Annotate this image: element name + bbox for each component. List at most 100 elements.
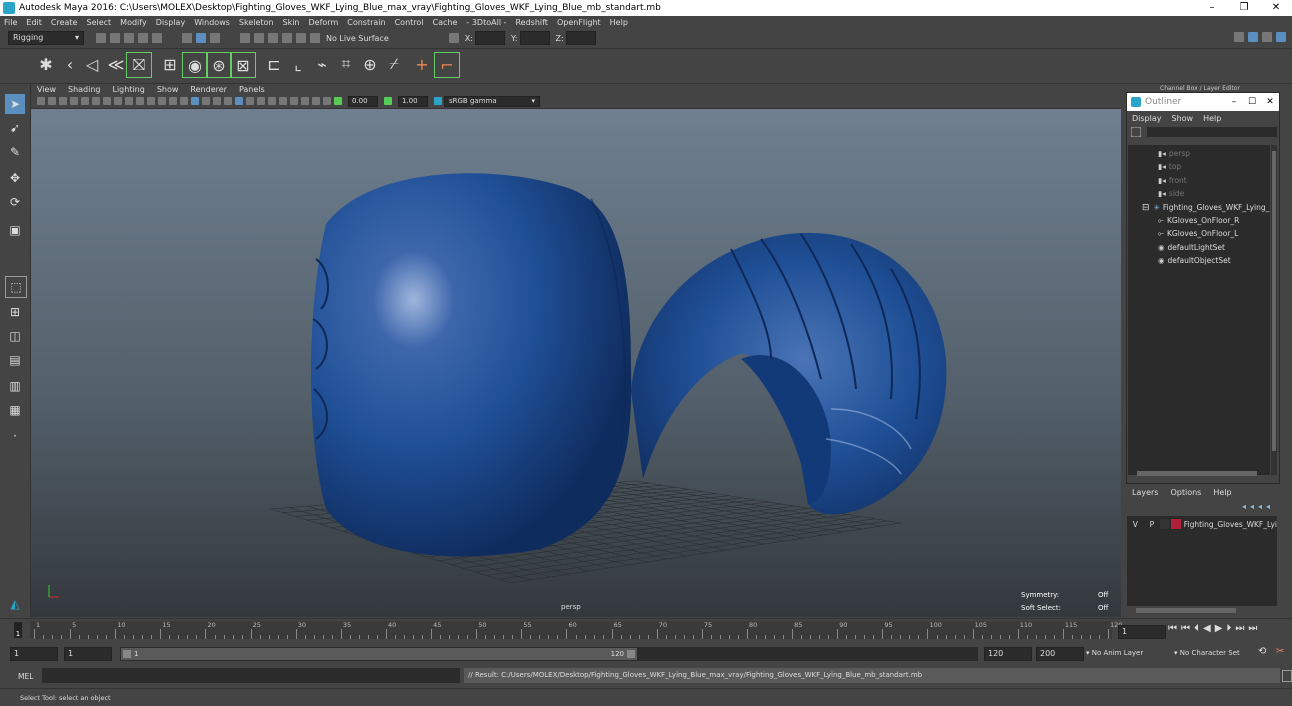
- view-transform-dropdown[interactable]: sRGB gamma ▾: [444, 95, 540, 107]
- layer-move-down-icon[interactable]: ◂: [1250, 502, 1254, 511]
- layer-ref-toggle[interactable]: [1160, 519, 1170, 529]
- menu-file[interactable]: File: [4, 18, 17, 27]
- viewport-menu-renderer[interactable]: Renderer: [190, 85, 227, 94]
- shadows-icon[interactable]: [234, 97, 243, 105]
- xray-joints-icon[interactable]: [311, 97, 320, 105]
- transform-input-icon[interactable]: [448, 33, 459, 43]
- character-set-dropdown[interactable]: ▾ No Character Set: [1174, 649, 1240, 657]
- menu-openflight[interactable]: OpenFlight: [557, 18, 601, 27]
- constraint-aim-icon[interactable]: ⌗: [334, 52, 358, 76]
- locator-icon[interactable]: +: [410, 52, 434, 76]
- bind-skin-icon[interactable]: ⛝: [126, 52, 152, 78]
- gamma-icon[interactable]: [384, 97, 392, 105]
- gamma-field[interactable]: 1.00: [398, 95, 428, 107]
- live-surface-label[interactable]: No Live Surface: [326, 34, 389, 43]
- wire-icon[interactable]: ⊠: [230, 52, 256, 78]
- resolution-gate-icon[interactable]: [124, 97, 133, 105]
- viewport-persp[interactable]: persp Symmetry: Off Soft Select: Off: [31, 109, 1121, 617]
- gate-mask-icon[interactable]: [135, 97, 144, 105]
- select-object-icon[interactable]: [196, 33, 206, 43]
- layer-menu-layers[interactable]: Layers: [1132, 488, 1158, 497]
- outliner-search-input[interactable]: [1147, 127, 1277, 137]
- select-hierarchy-icon[interactable]: [182, 33, 192, 43]
- layer-playback[interactable]: P: [1144, 520, 1161, 529]
- xray-icon[interactable]: [300, 97, 309, 105]
- menu-help[interactable]: Help: [610, 18, 628, 27]
- minimize-button[interactable]: –: [1196, 0, 1228, 16]
- menu-constrain[interactable]: Constrain: [347, 18, 385, 27]
- 2d-pan-zoom-icon[interactable]: [80, 97, 89, 105]
- menu-skin[interactable]: Skin: [283, 18, 300, 27]
- step-forward-frame-icon[interactable]: ⏵: [1226, 623, 1231, 634]
- new-layer-selected-icon[interactable]: ◂: [1266, 502, 1270, 511]
- lasso-tool-icon[interactable]: ➹: [5, 118, 25, 138]
- paint-select-icon[interactable]: ✎: [5, 142, 25, 162]
- constraint-point-icon[interactable]: ⌞: [286, 52, 310, 76]
- anti-aliasing-icon[interactable]: [267, 97, 276, 105]
- anim-layer-dropdown[interactable]: ▾ No Anim Layer: [1086, 649, 1143, 657]
- select-component-icon[interactable]: [210, 33, 220, 43]
- viewport-menu-panels[interactable]: Panels: [239, 85, 265, 94]
- current-time-marker[interactable]: 1: [14, 622, 22, 638]
- live-surface-icon[interactable]: [310, 33, 320, 43]
- open-scene-icon[interactable]: [110, 33, 120, 43]
- outliner-minimize-button[interactable]: –: [1225, 97, 1243, 107]
- lattice-icon[interactable]: ⊞: [158, 52, 182, 76]
- outliner-item[interactable]: ▮◂ front: [1158, 175, 1187, 187]
- rotate-tool-icon[interactable]: ⟳: [5, 192, 25, 212]
- step-back-key-icon[interactable]: ⏮: [1181, 623, 1190, 634]
- hypershade-layout-icon[interactable]: ▦: [5, 400, 25, 420]
- outliner-hscrollbar[interactable]: [1137, 471, 1257, 476]
- persp-graph-icon[interactable]: ▥: [5, 376, 25, 396]
- command-input[interactable]: [42, 668, 460, 683]
- y-field[interactable]: [519, 31, 550, 45]
- auto-key-icon[interactable]: ⟲: [1258, 646, 1266, 657]
- outliner-maximize-button[interactable]: ☐: [1243, 97, 1261, 107]
- depth-of-field-icon[interactable]: [278, 97, 287, 105]
- four-view-icon[interactable]: ⊞: [5, 302, 25, 322]
- go-to-end-icon[interactable]: ⏭: [1248, 623, 1257, 634]
- safe-action-icon[interactable]: [157, 97, 166, 105]
- wireframe-icon[interactable]: [179, 97, 188, 105]
- textured-icon[interactable]: [212, 97, 221, 105]
- outliner-item[interactable]: ⟜ KGloves_OnFloor_R: [1158, 215, 1239, 227]
- undo-icon[interactable]: [138, 33, 148, 43]
- exposure-icon[interactable]: [334, 97, 342, 105]
- default-material-icon[interactable]: [201, 97, 210, 105]
- script-editor-icon[interactable]: [1282, 670, 1292, 682]
- menu-edit[interactable]: Edit: [26, 18, 42, 27]
- move-tool-icon[interactable]: ✥: [5, 168, 25, 188]
- layout-more-icon[interactable]: ·: [5, 426, 25, 446]
- menu-create[interactable]: Create: [51, 18, 78, 27]
- playback-start-field[interactable]: 1: [64, 647, 112, 661]
- range-slider[interactable]: 1 120: [120, 647, 978, 661]
- single-view-icon[interactable]: ⬚: [5, 276, 27, 298]
- range-end-handle[interactable]: [627, 650, 635, 658]
- attribute-editor-icon[interactable]: [1248, 32, 1258, 42]
- snap-surface-icon[interactable]: [296, 33, 306, 43]
- select-camera-icon[interactable]: [36, 97, 45, 105]
- x-field[interactable]: [474, 31, 505, 45]
- menu-select[interactable]: Select: [86, 18, 111, 27]
- menu-deform[interactable]: Deform: [309, 18, 339, 27]
- menu-windows[interactable]: Windows: [194, 18, 230, 27]
- outliner-item[interactable]: ⟜ KGloves_OnFloor_L: [1158, 228, 1238, 240]
- persp-outliner-icon[interactable]: ▤: [5, 350, 25, 370]
- viewport-menu-lighting[interactable]: Lighting: [112, 85, 144, 94]
- color-management-icon[interactable]: [434, 97, 442, 105]
- current-frame-field[interactable]: 1: [1118, 625, 1166, 639]
- constraint-scale-icon[interactable]: ⌿: [382, 52, 406, 76]
- range-start-handle[interactable]: [123, 650, 131, 658]
- outliner-menu-help[interactable]: Help: [1203, 114, 1221, 123]
- snap-point-icon[interactable]: [268, 33, 278, 43]
- menu-skeleton[interactable]: Skeleton: [239, 18, 274, 27]
- smooth-shade-icon[interactable]: [190, 97, 199, 105]
- play-back-icon[interactable]: ◀: [1203, 623, 1211, 634]
- ambient-occlusion-icon[interactable]: [245, 97, 254, 105]
- ik-handle-icon[interactable]: ‹: [58, 52, 82, 76]
- outliner-item[interactable]: ⊟ ✳ Fighting_Gloves_WKF_Lying_: [1142, 202, 1269, 214]
- layer-menu-help[interactable]: Help: [1213, 488, 1231, 497]
- collapse-icon[interactable]: ⊟: [1142, 202, 1150, 214]
- command-language[interactable]: MEL: [18, 672, 33, 681]
- outliner-item[interactable]: ◉ defaultObjectSet: [1158, 255, 1231, 267]
